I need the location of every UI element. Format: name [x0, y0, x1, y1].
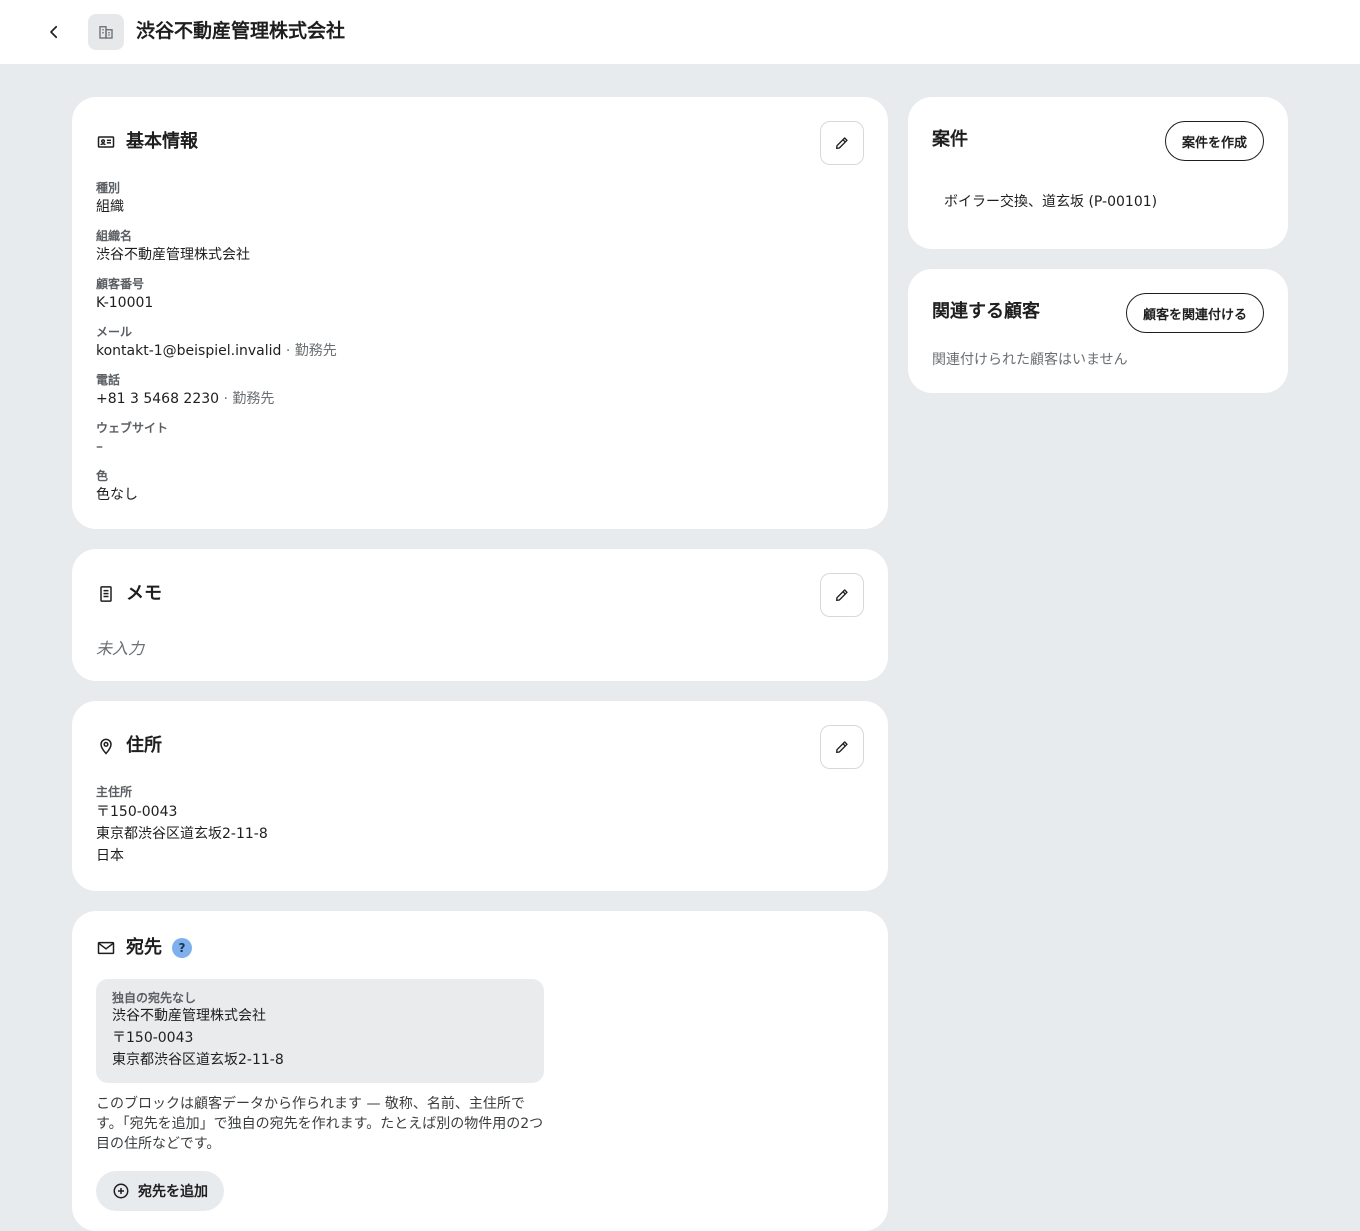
related-customers-empty: 関連付けられた顧客はいません	[932, 352, 1128, 368]
pencil-icon	[836, 589, 848, 601]
address-title: 住所	[126, 735, 162, 756]
pencil-icon	[836, 137, 848, 149]
field-phone: 電話 +81 3 5468 2230 · 勤務先	[96, 373, 275, 407]
phone-type: · 勤務先	[219, 391, 275, 407]
related-customers-title: 関連する顧客	[932, 301, 1040, 322]
chevron-left-icon	[50, 25, 58, 39]
field-customer-number: 顧客番号 K-10001	[96, 277, 154, 311]
memo-card: メモ 未入力	[72, 549, 888, 681]
basic-info-header: 基本情報	[96, 130, 198, 154]
recipient-description: このブロックは顧客データから作られます — 敬称、名前、主住所で す。「宛先を追…	[96, 1096, 544, 1152]
plus-circle-icon	[113, 1183, 129, 1199]
address-line: 東京都渋谷区道玄坂2-11-8	[96, 826, 268, 842]
default-recipient-box: 独自の宛先なし 渋谷不動産管理株式会社 〒150-0043 東京都渋谷区道玄坂2…	[96, 979, 544, 1083]
field-email: メール kontakt-1@beispiel.invalid · 勤務先	[96, 325, 337, 359]
link-customer-button[interactable]: 顧客を関連付ける	[1125, 293, 1264, 333]
related-customers-card: 関連する顧客 顧客を関連付ける 関連付けられた顧客はいません	[908, 269, 1288, 393]
recipient-line: 〒150-0043	[112, 1030, 194, 1046]
help-icon[interactable]: ?	[172, 938, 192, 958]
projects-card: 案件 案件を作成 ボイラー交換、道玄坂 (P-00101)	[908, 97, 1288, 249]
address-header: 住所	[96, 734, 162, 758]
memo-header: メモ	[96, 582, 162, 606]
mail-icon	[97, 941, 115, 955]
field-color: 色 色なし	[96, 469, 138, 503]
field-type: 種別 組織	[96, 181, 124, 215]
email-link[interactable]: kontakt-1@beispiel.invalid	[96, 343, 281, 359]
edit-memo-button[interactable]	[820, 573, 864, 617]
basic-info-title: 基本情報	[126, 131, 198, 152]
recipient-line: 東京都渋谷区道玄坂2-11-8	[112, 1052, 284, 1068]
recipient-line: 渋谷不動産管理株式会社	[112, 1008, 266, 1024]
organization-avatar	[88, 14, 124, 50]
recipient-header: 宛先 ?	[96, 936, 192, 960]
edit-address-button[interactable]	[820, 725, 864, 769]
phone-link[interactable]: +81 3 5468 2230	[96, 391, 219, 407]
field-organization-name: 組織名 渋谷不動産管理株式会社	[96, 229, 250, 263]
location-pin-icon	[100, 738, 112, 755]
memo-title: メモ	[126, 583, 162, 604]
primary-address: 主住所 〒150-0043 東京都渋谷区道玄坂2-11-8 日本	[96, 784, 268, 867]
back-button[interactable]	[36, 14, 72, 50]
email-type: · 勤務先	[281, 343, 337, 359]
document-icon	[100, 586, 112, 602]
recipient-title: 宛先	[126, 937, 162, 958]
page-title: 渋谷不動産管理株式会社	[136, 20, 346, 42]
add-recipient-button[interactable]: 宛先を追加	[96, 1171, 224, 1211]
building-icon	[99, 26, 113, 39]
memo-empty-text: 未入力	[96, 639, 145, 658]
edit-basic-info-button[interactable]	[820, 121, 864, 165]
top-bar: 渋谷不動産管理株式会社	[0, 0, 1360, 64]
create-project-button[interactable]: 案件を作成	[1164, 121, 1264, 161]
recipient-card: 宛先 ? 独自の宛先なし 渋谷不動産管理株式会社 〒150-0043 東京都渋谷…	[72, 911, 888, 1231]
project-item[interactable]: ボイラー交換、道玄坂 (P-00101)	[944, 191, 1157, 211]
address-line: 日本	[96, 848, 124, 864]
address-line: 〒150-0043	[96, 804, 178, 820]
address-card: 住所 主住所 〒150-0043 東京都渋谷区道玄坂2-11-8 日本	[72, 701, 888, 891]
projects-title: 案件	[932, 129, 968, 150]
id-card-icon	[97, 136, 115, 148]
field-website: ウェブサイト –	[96, 421, 169, 455]
pencil-icon	[836, 741, 848, 753]
basic-info-card: 基本情報 種別 組織 組織名 渋谷不動産管理株式会社 顧客番号 K-10001 …	[72, 97, 888, 529]
